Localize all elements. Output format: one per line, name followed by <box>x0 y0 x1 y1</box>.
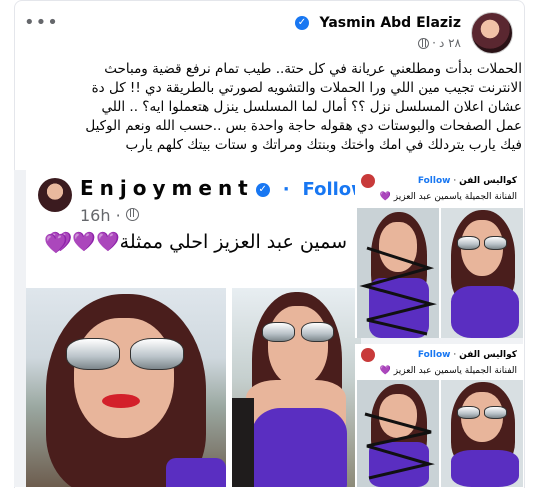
shared-post-caption: سمين عبد العزيز احلي ممثلة💜💜💜 <box>49 230 347 253</box>
purple-heart-emoji: 💜 <box>379 366 391 376</box>
post-text-line: فيك يارب يتردلك في امك واختك وبنتك ومرات… <box>125 137 522 153</box>
side-photo-right <box>441 380 523 487</box>
purple-swimsuit-shape <box>252 408 347 487</box>
side-post-caption: الفنانة الجميلة ياسمين عبد العزيز 💜 <box>380 192 517 202</box>
purple-heart-emoji: 💜 <box>44 233 68 255</box>
follow-separator: · <box>282 179 290 200</box>
post-text-line: الحملات بدأت ومطلعني عريانة في كل حتة.. … <box>104 61 522 77</box>
meta-separator: · <box>432 36 436 50</box>
side-caption-text: الفنانة الجميلة ياسمين عبد العزيز <box>393 366 517 376</box>
side-post-header: كواليس الفن · Follow <box>418 350 517 360</box>
side-follow-link: Follow <box>417 350 451 360</box>
verified-badge-icon: ✓ <box>255 182 270 197</box>
purple-swimsuit-shape <box>166 458 226 487</box>
side-follow-link: Follow <box>417 176 451 186</box>
post-meta: · ٢٨ د <box>418 36 461 50</box>
shared-page-avatar <box>38 178 72 212</box>
side-follow-separator: · <box>453 176 457 186</box>
side-post-screenshot[interactable]: كواليس الفن · Follow الفنانة الجميلة ياس… <box>355 344 523 487</box>
side-photo-left <box>357 380 439 487</box>
shared-post-time: 16h <box>80 206 111 225</box>
caption-text: سمين عبد العزيز احلي ممثلة <box>119 231 347 253</box>
shared-post-screenshot[interactable]: Enjoyment ✓ · Follow 16h · سمين عبد العزي… <box>26 170 368 487</box>
face-shape <box>74 318 174 438</box>
side-photo-left <box>357 208 439 338</box>
purple-heart-emoji: 💜 <box>379 192 391 202</box>
side-follow-separator: · <box>453 350 457 360</box>
verified-badge-icon: ✓ <box>295 16 309 30</box>
side-page-avatar <box>361 174 375 188</box>
shared-page-name: Enjoyment <box>80 176 254 200</box>
side-post-caption: الفنانة الجميلة ياسمين عبد العزيز 💜 <box>380 366 517 376</box>
scribble-censor-shape <box>364 412 435 480</box>
sunglasses-shape <box>262 322 334 342</box>
scribble-censor-shape <box>359 246 437 336</box>
photo-purple-swimsuit <box>232 288 361 487</box>
face-shape <box>268 306 328 386</box>
sunglasses-shape <box>66 338 184 370</box>
post-time[interactable]: ٢٨ د <box>439 36 461 50</box>
side-post-screenshot[interactable]: كواليس الفن · Follow الفنانة الجميلة ياس… <box>355 170 523 338</box>
side-photo-right <box>441 208 523 338</box>
photo-sunglasses-closeup <box>26 288 226 487</box>
author-avatar[interactable] <box>471 12 513 54</box>
shared-meta-separator: · <box>115 206 121 225</box>
post-text-line: عمل الصفحات والبوستات دي هقوله حاجة واحد… <box>85 118 522 134</box>
side-page-name: كواليس الفن <box>459 350 517 360</box>
more-options-icon[interactable]: ••• <box>24 12 59 33</box>
side-page-avatar <box>361 348 375 362</box>
side-page-name: كواليس الفن <box>459 176 517 186</box>
side-post-header: كواليس الفن · Follow <box>418 176 517 186</box>
author-name[interactable]: Yasmin Abd Elaziz <box>319 15 461 31</box>
globe-icon <box>125 208 139 221</box>
globe-icon <box>418 37 430 49</box>
post-text: الحملات بدأت ومطلعني عريانة في كل حتة.. … <box>40 60 522 155</box>
red-lips-shape <box>102 394 140 408</box>
side-caption-text: الفنانة الجميلة ياسمين عبد العزيز <box>393 192 517 202</box>
black-garment-shape <box>232 398 254 487</box>
facebook-post: ••• Yasmin Abd Elaziz ✓ · ٢٨ د الحملات ب… <box>0 0 537 488</box>
post-text-line: عشان اعلان المسلسل نزل ؟؟ أمال لما المسل… <box>101 99 522 115</box>
post-images[interactable]: Enjoyment ✓ · Follow 16h · سمين عبد العزي… <box>14 170 523 487</box>
post-text-line: الانترنت تجيب مين اللي ورا الحملات والتش… <box>91 80 522 96</box>
shared-post-meta: 16h · <box>80 206 139 225</box>
shared-page-header: Enjoyment ✓ · Follow <box>80 176 368 200</box>
